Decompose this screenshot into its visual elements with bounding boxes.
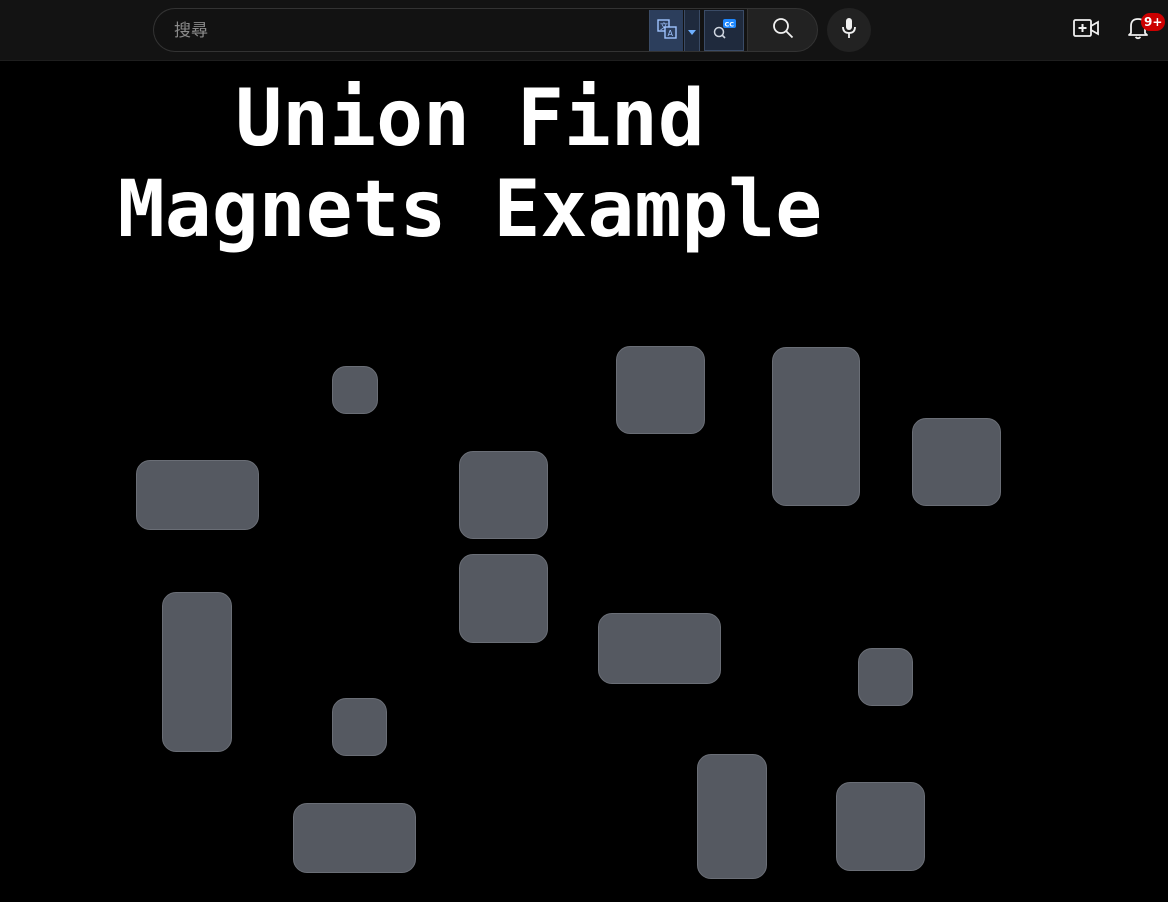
magnet-block — [293, 803, 416, 873]
magnet-block — [836, 782, 925, 871]
microphone-icon — [841, 17, 857, 43]
caption-search-icon: CC — [711, 17, 737, 45]
video-title-line-2: Magnets Example — [117, 165, 823, 255]
magnet-block — [598, 613, 721, 684]
search-input[interactable] — [172, 9, 646, 53]
svg-text:CC: CC — [725, 20, 735, 28]
voice-search-button[interactable] — [827, 8, 871, 52]
magnet-block — [459, 554, 548, 643]
magnet-block — [332, 366, 378, 414]
svg-text:A: A — [667, 29, 673, 38]
translate-button[interactable]: 文 A — [649, 10, 683, 51]
caption-search-button[interactable]: CC — [704, 10, 744, 51]
search-box: 文 A CC — [153, 8, 747, 53]
magnet-block — [162, 592, 232, 752]
magnet-block — [912, 418, 1001, 506]
search-icon — [772, 17, 794, 43]
video-frame[interactable]: Union Find Magnets Example — [0, 61, 1168, 902]
magnet-block — [697, 754, 767, 879]
dropdown-caret-icon — [688, 21, 696, 40]
create-video-icon — [1073, 18, 1099, 42]
translate-icon: 文 A — [656, 18, 677, 43]
magnet-block — [459, 451, 548, 539]
magnet-block — [858, 648, 913, 706]
translate-dropdown[interactable] — [684, 10, 700, 51]
search-button[interactable] — [747, 8, 818, 52]
magnet-block — [136, 460, 259, 530]
create-button[interactable] — [1066, 10, 1106, 50]
magnet-block — [616, 346, 705, 434]
video-title-line-1: Union Find — [235, 74, 705, 164]
magnet-block — [332, 698, 387, 756]
top-bar: 文 A CC — [0, 0, 1168, 61]
magnet-block — [772, 347, 860, 506]
notification-badge: 9+ — [1141, 13, 1166, 31]
